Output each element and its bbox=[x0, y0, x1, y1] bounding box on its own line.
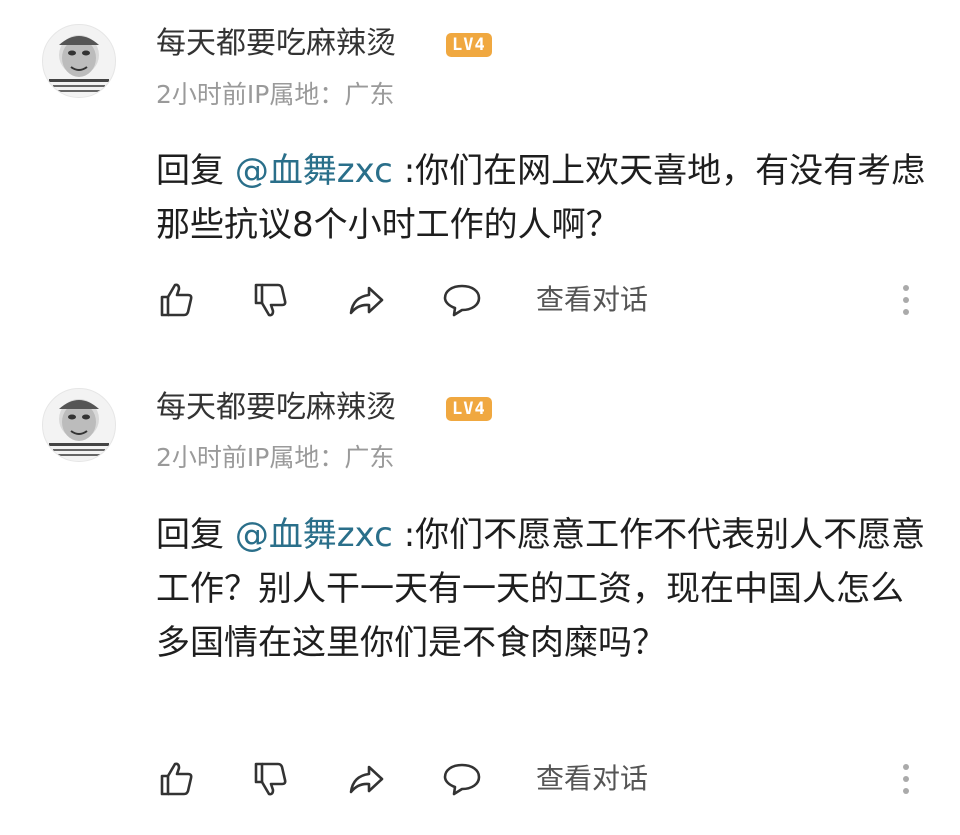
view-conversation-link[interactable]: 查看对话 bbox=[536, 761, 648, 797]
comment-icon bbox=[443, 763, 481, 796]
comment-time: 2小时前 bbox=[156, 80, 247, 109]
more-vertical-icon bbox=[903, 285, 909, 315]
mention-link[interactable]: @血舞zxc bbox=[235, 151, 393, 191]
comment-actions: 查看对话 bbox=[0, 757, 960, 807]
comment-icon bbox=[443, 284, 481, 317]
ip-location: IP属地：广东 bbox=[246, 80, 395, 109]
mention-link[interactable]: @血舞zxc bbox=[235, 515, 393, 555]
avatar-image bbox=[49, 399, 109, 456]
username[interactable]: 每天都要吃麻辣烫 bbox=[156, 388, 396, 428]
reply-prefix: 回复 bbox=[156, 151, 224, 191]
share-button[interactable] bbox=[344, 278, 388, 322]
like-button[interactable] bbox=[154, 278, 198, 322]
more-button[interactable] bbox=[896, 759, 916, 799]
level-badge: LV4 bbox=[446, 33, 492, 57]
more-vertical-icon bbox=[903, 764, 909, 794]
comment-body: 回复 @血舞zxc :你们不愿意工作不代表别人不愿意工作？别人干一天有一天的工资… bbox=[156, 508, 926, 670]
share-button[interactable] bbox=[344, 757, 388, 801]
thumbs-down-icon bbox=[254, 283, 287, 317]
share-icon bbox=[349, 286, 384, 315]
reply-prefix: 回复 bbox=[156, 515, 224, 555]
avatar[interactable] bbox=[42, 24, 116, 98]
share-icon bbox=[349, 765, 384, 794]
avatar[interactable] bbox=[42, 388, 116, 462]
comment-actions: 查看对话 bbox=[0, 278, 960, 328]
view-conversation-link[interactable]: 查看对话 bbox=[536, 282, 648, 318]
avatar-image bbox=[49, 35, 109, 92]
like-button[interactable] bbox=[154, 757, 198, 801]
comment-meta: 2小时前IP属地：广东 bbox=[156, 441, 394, 475]
thumbs-up-icon bbox=[160, 283, 193, 317]
comment-body: 回复 @血舞zxc :你们在网上欢天喜地，有没有考虑那些抗议8个小时工作的人啊？ bbox=[156, 144, 926, 252]
more-button[interactable] bbox=[896, 280, 916, 320]
level-badge: LV4 bbox=[446, 397, 492, 421]
reply-button[interactable] bbox=[440, 757, 484, 801]
ip-location: IP属地：广东 bbox=[246, 443, 395, 472]
username[interactable]: 每天都要吃麻辣烫 bbox=[156, 24, 396, 64]
comment-meta: 2小时前IP属地：广东 bbox=[156, 78, 394, 112]
thumbs-down-icon bbox=[254, 762, 287, 796]
dislike-button[interactable] bbox=[248, 278, 292, 322]
reply-button[interactable] bbox=[440, 278, 484, 322]
dislike-button[interactable] bbox=[248, 757, 292, 801]
comment-time: 2小时前 bbox=[156, 443, 247, 472]
thumbs-up-icon bbox=[160, 762, 193, 796]
